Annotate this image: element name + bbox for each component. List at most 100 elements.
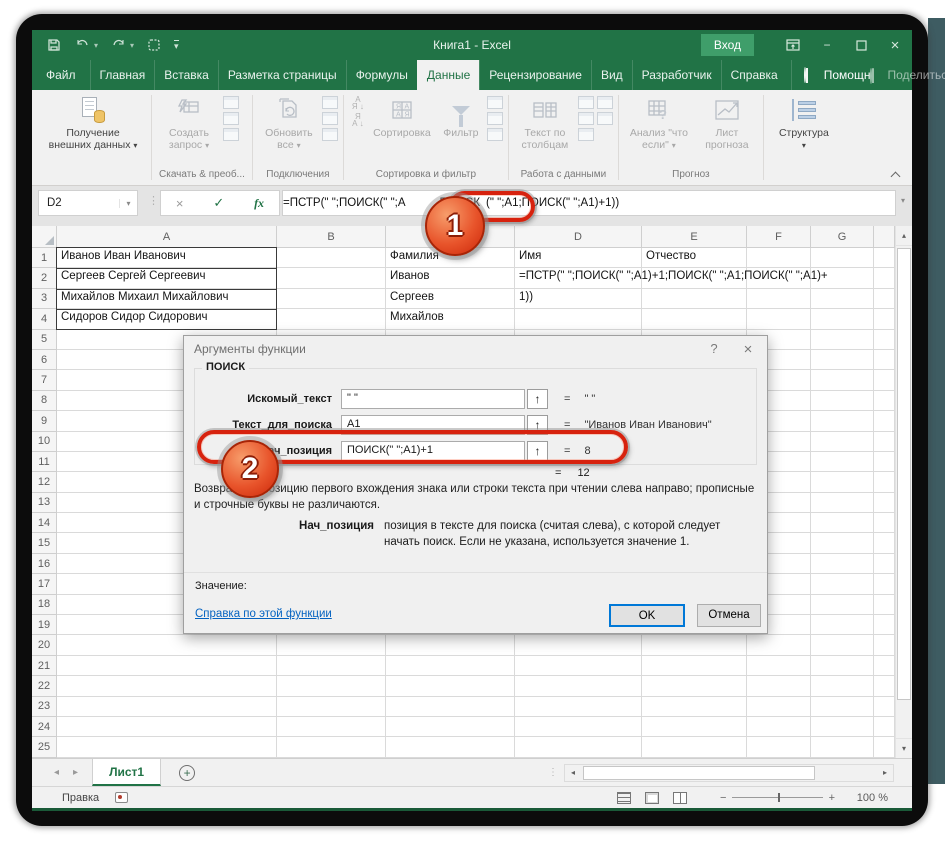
cell-B23[interactable]: [277, 697, 386, 717]
row-header-9[interactable]: 9: [32, 411, 57, 431]
row-header-10[interactable]: 10: [32, 432, 57, 452]
undo-icon[interactable]: [74, 37, 90, 53]
cell-partial[interactable]: [874, 595, 895, 615]
cell-A20[interactable]: [57, 635, 277, 655]
horizontal-scrollbar-thumb[interactable]: [583, 766, 815, 780]
cell-C2[interactable]: Иванов: [386, 268, 515, 288]
cell-B20[interactable]: [277, 635, 386, 655]
text-to-columns-button[interactable]: Текст по столбцам: [514, 92, 576, 154]
new-query-button[interactable]: Создать запрос ▾: [157, 92, 221, 155]
cell-B25[interactable]: [277, 737, 386, 757]
vertical-scrollbar-thumb[interactable]: [897, 248, 911, 700]
cell-G17[interactable]: [811, 574, 874, 594]
undo-dropdown-icon[interactable]: ▾: [94, 41, 98, 50]
row-header-19[interactable]: 19: [32, 615, 57, 635]
redo-dropdown-icon[interactable]: ▾: [130, 41, 134, 50]
cell-F4[interactable]: [747, 309, 811, 329]
cell-partial[interactable]: [874, 330, 895, 350]
tab-home[interactable]: Главная: [90, 60, 155, 90]
sort-az-icon[interactable]: АЯ ↓: [349, 96, 367, 110]
cell-D25[interactable]: [515, 737, 642, 757]
name-box[interactable]: D2 ▾: [38, 190, 138, 216]
cell-G9[interactable]: [811, 411, 874, 431]
save-icon[interactable]: [46, 37, 62, 53]
horizontal-scrollbar-track[interactable]: [581, 765, 877, 781]
collapse-dialog-icon[interactable]: ↑: [527, 389, 548, 409]
sheet-nav-right-icon[interactable]: ▸: [73, 767, 78, 778]
cancel-entry-icon[interactable]: ×: [176, 196, 184, 211]
cell-G14[interactable]: [811, 513, 874, 533]
cell-E3[interactable]: [642, 289, 747, 309]
column-header-A[interactable]: A: [57, 226, 277, 248]
column-header-B[interactable]: B: [277, 226, 386, 248]
cell-D2[interactable]: =ПСТР(" ";ПОИСК(" ";А1)+1;ПОИСК(" ";А1;П…: [515, 268, 642, 288]
cell-G22[interactable]: [811, 676, 874, 696]
cell-G24[interactable]: [811, 717, 874, 737]
scroll-up-icon[interactable]: ▴: [896, 226, 912, 246]
dialog-help-icon[interactable]: ?: [705, 341, 723, 356]
cell-partial[interactable]: [874, 472, 895, 492]
cell-E22[interactable]: [642, 676, 747, 696]
customize-qat-icon[interactable]: ▾: [174, 40, 179, 50]
formula-bar-splitter[interactable]: ⋮: [148, 194, 159, 207]
column-header-D[interactable]: D: [515, 226, 642, 248]
cell-A1[interactable]: Иванов Иван Иванович: [57, 248, 277, 268]
cell-G6[interactable]: [811, 350, 874, 370]
cell-G11[interactable]: [811, 452, 874, 472]
cell-D4[interactable]: [515, 309, 642, 329]
cell-partial[interactable]: [874, 676, 895, 696]
page-layout-view-icon[interactable]: [645, 792, 659, 804]
cell-G12[interactable]: [811, 472, 874, 492]
cell-partial[interactable]: [874, 737, 895, 757]
horizontal-scrollbar[interactable]: ◂ ▸: [564, 764, 894, 782]
cell-B24[interactable]: [277, 717, 386, 737]
cell-G21[interactable]: [811, 656, 874, 676]
cell-partial[interactable]: [874, 554, 895, 574]
cell-C22[interactable]: [386, 676, 515, 696]
cell-partial[interactable]: [874, 370, 895, 390]
sort-button[interactable]: ЯААЯ Сортировка: [369, 92, 435, 142]
cell-partial[interactable]: [874, 432, 895, 452]
tab-view[interactable]: Вид: [591, 60, 632, 90]
cell-G1[interactable]: [811, 248, 874, 268]
minimize-icon[interactable]: −: [810, 30, 844, 60]
cell-G3[interactable]: [811, 289, 874, 309]
row-header-7[interactable]: 7: [32, 370, 57, 390]
cell-D24[interactable]: [515, 717, 642, 737]
cell-G10[interactable]: [811, 432, 874, 452]
sign-in-button[interactable]: Вход: [701, 34, 754, 56]
column-header-E[interactable]: E: [642, 226, 747, 248]
cell-A23[interactable]: [57, 697, 277, 717]
cell-partial[interactable]: [874, 717, 895, 737]
row-header-8[interactable]: 8: [32, 391, 57, 411]
clear-filter-icon[interactable]: [487, 96, 503, 109]
cell-partial[interactable]: [874, 452, 895, 472]
cell-E1[interactable]: Отчество: [642, 248, 747, 268]
tab-help[interactable]: Справка: [721, 60, 787, 90]
cell-G7[interactable]: [811, 370, 874, 390]
cell-partial[interactable]: [874, 268, 895, 288]
cell-G19[interactable]: [811, 615, 874, 635]
cell-E25[interactable]: [642, 737, 747, 757]
cell-C21[interactable]: [386, 656, 515, 676]
expand-formula-bar-icon[interactable]: ▾: [896, 196, 910, 205]
cell-partial[interactable]: [874, 248, 895, 268]
tell-me-button[interactable]: Помощн: [791, 60, 871, 90]
scroll-left-icon[interactable]: ◂: [565, 765, 581, 781]
row-header-17[interactable]: 17: [32, 574, 57, 594]
cell-F22[interactable]: [747, 676, 811, 696]
remove-duplicates-icon[interactable]: [578, 112, 594, 125]
redo-icon[interactable]: [110, 37, 126, 53]
cell-partial[interactable]: [874, 656, 895, 676]
cell-D21[interactable]: [515, 656, 642, 676]
scroll-down-icon[interactable]: ▾: [896, 738, 912, 758]
select-all-corner[interactable]: [32, 226, 57, 248]
cell-E23[interactable]: [642, 697, 747, 717]
row-header-5[interactable]: 5: [32, 330, 57, 350]
cell-A2[interactable]: Сергеев Сергей Сергеевич: [57, 268, 277, 288]
cell-partial[interactable]: [874, 391, 895, 411]
cell-G23[interactable]: [811, 697, 874, 717]
cell-A3[interactable]: Михайлов Михаил Михайлович: [57, 289, 277, 309]
cell-partial[interactable]: [874, 350, 895, 370]
tab-developer[interactable]: Разработчик: [632, 60, 721, 90]
